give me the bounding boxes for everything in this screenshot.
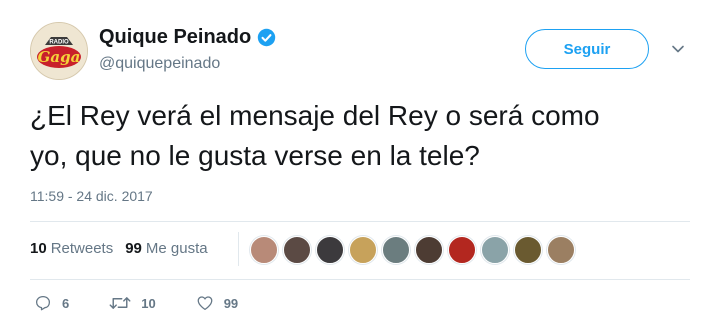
follow-button[interactable]: Seguir [525, 29, 649, 69]
divider-top [30, 221, 690, 222]
liker-avatar[interactable] [481, 236, 509, 264]
avatar-logo-big-text: Gaga [38, 48, 81, 66]
liker-avatar[interactable] [316, 236, 344, 264]
tweet-text-line-1: ¿El Rey verá el mensaje del Rey o será c… [30, 100, 600, 131]
reply-count: 6 [62, 295, 70, 311]
tweet-text-line-2: yo, que no le gusta verse en la tele? [30, 140, 480, 171]
retweets-count: 10 [30, 240, 47, 257]
liker-avatar[interactable] [382, 236, 410, 264]
retweet-count: 10 [141, 295, 156, 311]
liker-avatar[interactable] [250, 236, 278, 264]
tweet-timestamp[interactable]: 11:59 - 24 dic. 2017 [30, 188, 153, 204]
chevron-down-icon[interactable] [670, 41, 686, 57]
user-handle[interactable]: @quiquepeinado [99, 55, 220, 73]
liker-avatar[interactable] [547, 236, 575, 264]
divider-bottom [30, 279, 690, 280]
author-name-row: Quique Peinado [99, 26, 276, 49]
stats-separator [238, 232, 239, 266]
retweets-stat[interactable]: 10 Retweets [30, 240, 113, 257]
reply-icon [35, 295, 51, 311]
liker-avatars [250, 236, 580, 264]
liker-avatar[interactable] [514, 236, 542, 264]
like-count: 99 [223, 295, 239, 311]
tweet-actions: 6 10 99 [34, 294, 278, 312]
reply-button[interactable]: 6 [34, 294, 69, 312]
avatar[interactable]: RADIO Gaga [30, 22, 88, 80]
liker-avatar[interactable] [448, 236, 476, 264]
heart-icon [197, 296, 213, 311]
retweet-button[interactable]: 10 [109, 294, 156, 312]
retweets-label: Retweets [50, 240, 114, 257]
engagement-stats: 10 Retweets 99 Me gusta [30, 240, 220, 257]
likes-stat[interactable]: 99 Me gusta [125, 240, 207, 257]
display-name[interactable]: Quique Peinado [99, 26, 251, 49]
likes-count: 99 [125, 240, 142, 257]
tweet-text: ¿El Rey verá el mensaje del Rey o será c… [30, 96, 690, 176]
radio-gaga-logo: RADIO Gaga [31, 23, 87, 79]
liker-avatar[interactable] [283, 236, 311, 264]
liker-avatar[interactable] [415, 236, 443, 264]
verified-badge-icon [258, 28, 276, 47]
avatar-logo-small-text: RADIO [49, 40, 69, 46]
liker-avatar[interactable] [349, 236, 377, 264]
retweet-icon [109, 297, 131, 309]
likes-label: Me gusta [145, 240, 208, 257]
like-button[interactable]: 99 [196, 294, 238, 312]
